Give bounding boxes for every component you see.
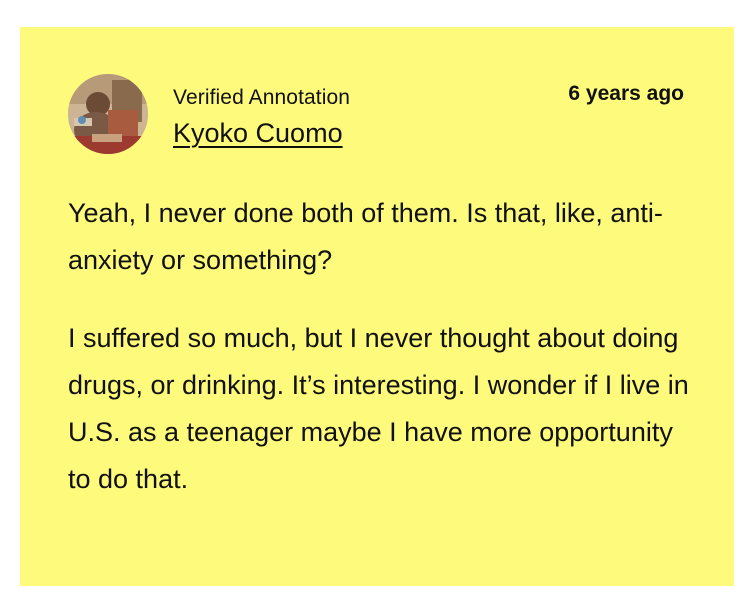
verified-annotation-label: Verified Annotation: [173, 86, 351, 109]
card-pointer: [20, 403, 42, 451]
author-name-link[interactable]: Kyoko Cuomo: [173, 116, 343, 150]
annotation-body: Yeah, I never done both of them. Is that…: [68, 190, 698, 534]
annotation-card: Verified Annotation Kyoko Cuomo 6 years …: [20, 27, 734, 586]
avatar-photo-icon: [68, 74, 148, 154]
timestamp: 6 years ago: [568, 82, 684, 105]
annotation-paragraph: Yeah, I never done both of them. Is that…: [68, 198, 663, 275]
annotation-paragraph: I suffered so much, but I never thought …: [68, 323, 689, 494]
avatar[interactable]: [68, 74, 148, 154]
